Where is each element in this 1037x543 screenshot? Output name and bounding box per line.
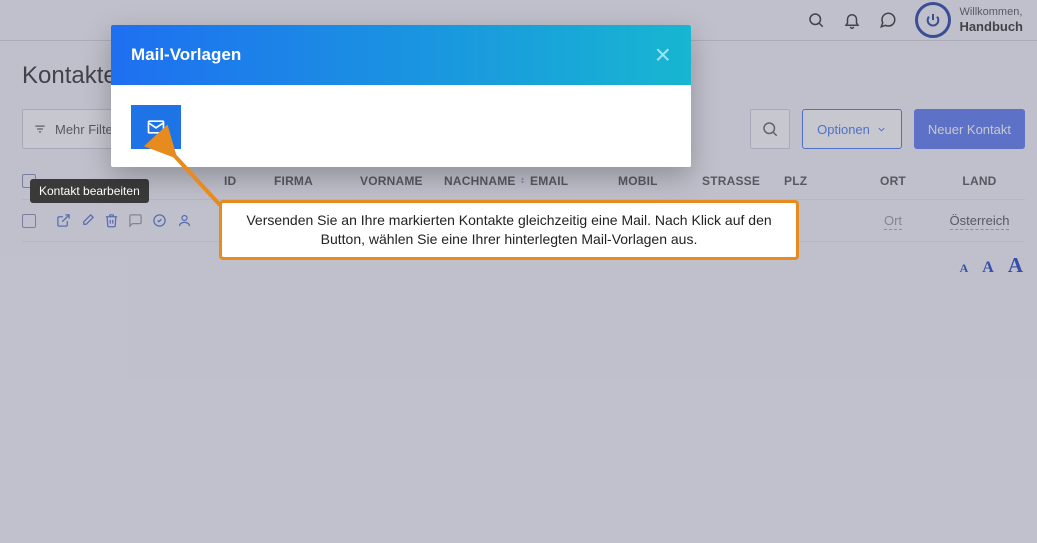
font-large[interactable]: A <box>1008 253 1023 278</box>
welcome-name: Handbuch <box>959 19 1023 35</box>
modal-title: Mail-Vorlagen <box>131 45 241 65</box>
comment-icon[interactable] <box>128 213 143 228</box>
page-title: Kontakte <box>22 62 117 90</box>
close-icon[interactable]: × <box>655 39 671 71</box>
search-icon <box>761 120 779 138</box>
welcome-label: Willkommen, <box>959 6 1023 19</box>
power-icon <box>915 2 951 38</box>
new-contact-label: Neuer Kontakt <box>928 122 1011 137</box>
search-icon[interactable] <box>807 11 825 29</box>
bell-icon[interactable] <box>843 11 861 29</box>
col-email[interactable]: EMAIL <box>530 174 618 188</box>
col-land[interactable]: LAND <box>934 174 1025 188</box>
filter-icon <box>33 122 47 136</box>
check-circle-icon[interactable] <box>152 213 167 228</box>
edit-icon[interactable] <box>80 213 95 228</box>
modal-header: Mail-Vorlagen × <box>111 25 691 85</box>
font-small[interactable]: A <box>960 261 969 276</box>
chat-icon[interactable] <box>879 11 897 29</box>
col-plz[interactable]: PLZ <box>784 174 852 188</box>
sort-icon <box>518 176 527 185</box>
col-vorname[interactable]: VORNAME <box>360 174 444 188</box>
font-size-controls: A A A <box>960 253 1023 278</box>
open-external-icon[interactable] <box>56 213 71 228</box>
col-strasse[interactable]: STRASSE <box>702 174 784 188</box>
edit-tooltip: Kontakt bearbeiten <box>30 179 149 203</box>
col-id[interactable]: ID <box>224 174 274 188</box>
welcome-block[interactable]: Willkommen, Handbuch <box>915 2 1023 38</box>
col-mobil[interactable]: MOBIL <box>618 174 702 188</box>
chevron-down-icon <box>876 124 887 135</box>
help-callout: Versenden Sie an Ihre markierten Kontakt… <box>219 200 799 260</box>
mail-templates-modal: Mail-Vorlagen × <box>111 25 691 167</box>
options-button[interactable]: Optionen <box>802 109 902 149</box>
col-firma[interactable]: FIRMA <box>274 174 360 188</box>
trash-icon[interactable] <box>104 213 119 228</box>
new-contact-button[interactable]: Neuer Kontakt <box>914 109 1025 149</box>
row-land[interactable]: Österreich <box>950 213 1010 230</box>
table-header-row: ID FIRMA VORNAME NACHNAME EMAIL MOBIL ST… <box>22 162 1025 200</box>
col-ort[interactable]: ORT <box>852 174 934 188</box>
filter-label: Mehr Filter <box>55 122 117 137</box>
options-label: Optionen <box>817 122 870 137</box>
mail-icon <box>146 117 166 137</box>
send-mail-button[interactable] <box>131 105 181 149</box>
font-medium[interactable]: A <box>982 259 994 277</box>
row-checkbox[interactable] <box>22 214 36 228</box>
user-icon[interactable] <box>177 213 192 228</box>
row-ort[interactable]: Ort <box>884 213 902 230</box>
col-nachname[interactable]: NACHNAME <box>444 174 530 188</box>
search-button[interactable] <box>750 109 790 149</box>
